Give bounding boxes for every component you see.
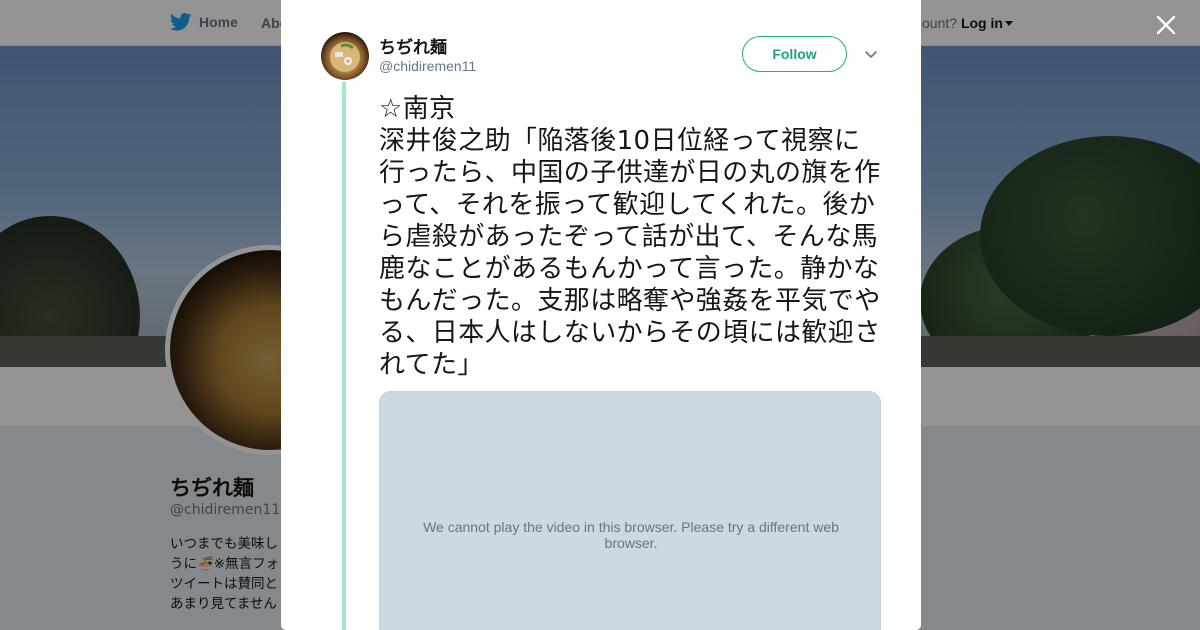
thread-connector-line (342, 82, 346, 630)
close-icon[interactable] (1152, 11, 1180, 39)
tweet-text: ☆南京 深井俊之助「陥落後10日位経って視察に行ったら、中国の子供達が日の丸の旗… (379, 94, 881, 380)
author-avatar[interactable] (321, 32, 369, 80)
author-name[interactable]: ちぢれ麺 (379, 33, 447, 58)
chevron-down-icon[interactable] (863, 46, 879, 62)
author-handle[interactable]: @chidiremen11 (379, 58, 476, 74)
video-player[interactable]: We cannot play the video in this browser… (379, 391, 881, 630)
tweet-modal: ちぢれ麺 @chidiremen11 Follow ☆南京 深井俊之助「陥落後1… (281, 0, 921, 630)
video-unsupported-message: We cannot play the video in this browser… (423, 519, 839, 551)
follow-button[interactable]: Follow (742, 36, 847, 72)
